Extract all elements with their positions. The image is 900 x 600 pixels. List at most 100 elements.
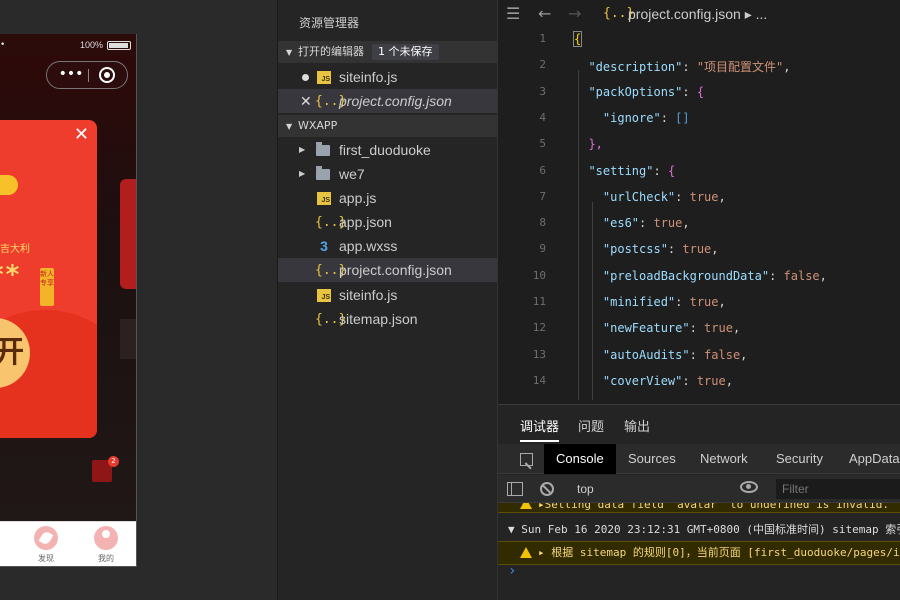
tab-console[interactable]: Console bbox=[544, 444, 616, 474]
code-token: , bbox=[725, 373, 733, 388]
context-select[interactable]: top bbox=[569, 479, 735, 499]
code-line[interactable]: "ignore": [] bbox=[574, 111, 690, 125]
console-prompt-icon[interactable]: › bbox=[508, 563, 516, 579]
code-line[interactable]: "coverView": true, bbox=[574, 374, 733, 388]
breadcrumb[interactable]: project.config.json ▸ ... bbox=[628, 6, 767, 23]
open-editors-section[interactable]: ▼ 打开的编辑器 1 个未保存 bbox=[278, 41, 499, 63]
tree-file[interactable]: {..} app.json bbox=[278, 210, 499, 234]
code-line[interactable]: }, bbox=[574, 137, 602, 151]
code-line[interactable]: "es6": true, bbox=[574, 216, 690, 230]
file-name: project.config.json bbox=[339, 93, 452, 109]
code-token: : bbox=[682, 60, 697, 75]
code-line[interactable]: "postcss": true, bbox=[574, 242, 719, 256]
user-icon bbox=[94, 526, 118, 550]
tree-folder[interactable]: ▶ first_duoduoke bbox=[278, 138, 499, 162]
tab-output[interactable]: 输出 bbox=[624, 416, 650, 435]
file-name: project.config.json bbox=[339, 262, 452, 278]
code-token: , bbox=[819, 268, 827, 283]
code-line[interactable]: "minified": true, bbox=[574, 295, 726, 309]
forward-arrow-icon[interactable]: → bbox=[568, 4, 581, 23]
chevron-down-icon: ▼ bbox=[286, 122, 293, 131]
code-line[interactable]: "setting": { bbox=[574, 164, 675, 178]
red-packet-popup: ✕ 大吉大利 ** 新人专享 开 bbox=[0, 120, 97, 438]
code-line[interactable]: "preloadBackgroundData": false, bbox=[574, 269, 827, 283]
code-token: [] bbox=[675, 110, 690, 125]
tree-file[interactable]: {..} sitemap.json bbox=[278, 307, 499, 331]
console-warning[interactable]: ▸ 根据 sitemap 的规则[0]，当前页面 [first_duoduoke… bbox=[498, 541, 900, 565]
json-file-icon: {..} bbox=[315, 312, 347, 327]
explorer-panel: 资源管理器 ▼ 打开的编辑器 1 个未保存 JS siteinfo.js ✕ {..… bbox=[277, 0, 499, 600]
line-number: 4 bbox=[539, 110, 546, 124]
json-file-icon: {..} bbox=[315, 94, 347, 109]
code-token: , bbox=[732, 321, 741, 336]
code-token: false bbox=[783, 268, 820, 283]
tab-security[interactable]: Security bbox=[776, 444, 823, 474]
code-editor[interactable]: ☰ ← → {..} project.config.json ▸ ... 123… bbox=[498, 0, 900, 404]
list-icon[interactable]: ☰ bbox=[506, 4, 520, 23]
filter-input[interactable]: Filter bbox=[776, 479, 900, 499]
inspect-element-icon[interactable] bbox=[520, 453, 533, 466]
console-group[interactable]: ▼ Sun Feb 16 2020 23:12:31 GMT+0800 (中国标… bbox=[498, 519, 900, 541]
project-section[interactable]: ▼ WXAPP bbox=[278, 115, 499, 137]
file-name: siteinfo.js bbox=[339, 69, 398, 85]
chevron-down-icon: ▼ bbox=[286, 48, 293, 57]
tab-network[interactable]: Network bbox=[700, 444, 748, 474]
open-editor-item[interactable]: JS siteinfo.js bbox=[278, 65, 499, 89]
folder-name: first_duoduoke bbox=[339, 142, 431, 158]
close-icon[interactable]: ✕ bbox=[300, 89, 312, 113]
tab-discover[interactable]: 发现 bbox=[24, 526, 68, 566]
sidebar-toggle-icon[interactable] bbox=[507, 482, 523, 496]
tree-file[interactable]: JS app.js bbox=[278, 186, 499, 210]
line-number: 13 bbox=[532, 347, 546, 361]
line-number: 14 bbox=[532, 373, 546, 387]
tree-file[interactable]: JS siteinfo.js bbox=[278, 283, 499, 307]
amount-text: ** bbox=[0, 260, 22, 290]
close-icon[interactable]: ✕ bbox=[74, 126, 89, 144]
code-line[interactable]: "newFeature": true, bbox=[574, 321, 740, 335]
unsaved-dot-icon[interactable] bbox=[302, 74, 309, 81]
tree-file[interactable]: 3 app.wxss bbox=[278, 234, 499, 258]
code-token: "ignore" bbox=[574, 110, 661, 125]
code-line[interactable]: "urlCheck": true, bbox=[574, 190, 726, 204]
code-token: , bbox=[718, 189, 726, 204]
css-file-icon: 3 bbox=[320, 238, 328, 254]
line-number: 5 bbox=[539, 137, 546, 151]
code-line[interactable]: "description": "项目配置文件", bbox=[574, 58, 790, 75]
tab-label: 我的 bbox=[98, 554, 114, 563]
code-token: true bbox=[689, 295, 719, 309]
more-menu-icon[interactable]: ••• bbox=[56, 66, 86, 84]
live-expression-eye-icon[interactable] bbox=[740, 481, 758, 493]
file-name: app.js bbox=[339, 190, 377, 206]
log-text: ▸Setting data field "avatar" to undefine… bbox=[538, 503, 889, 511]
breadcrumb-more[interactable]: ▸ ... bbox=[745, 6, 768, 22]
code-token: "es6" bbox=[574, 216, 640, 231]
tab-problems[interactable]: 问题 bbox=[578, 416, 604, 435]
clear-console-icon[interactable] bbox=[540, 482, 554, 496]
tab-mine[interactable]: 我的 bbox=[84, 526, 128, 566]
editor-toolbar: ☰ ← → {..} project.config.json ▸ ... bbox=[498, 0, 900, 30]
console-warning[interactable]: ▸Setting data field "avatar" to undefine… bbox=[498, 503, 900, 513]
tree-file-selected[interactable]: {..} project.config.json bbox=[278, 258, 499, 282]
devtools-window: • 100% ••• ✕ 大吉大利 ** 新人专享 开 bbox=[0, 0, 900, 600]
exit-miniprogram-icon[interactable] bbox=[99, 67, 115, 83]
phone-screen[interactable]: • 100% ••• ✕ 大吉大利 ** 新人专享 开 bbox=[0, 34, 137, 567]
debug-tabs: 调试器 问题 输出 bbox=[498, 405, 900, 442]
code-token: "setting" bbox=[574, 163, 654, 178]
tab-debugger[interactable]: 调试器 bbox=[520, 416, 560, 442]
code-token: false bbox=[704, 347, 741, 362]
json-file-icon: {..} bbox=[315, 263, 347, 278]
side-card bbox=[120, 179, 136, 289]
code-token: , bbox=[718, 295, 726, 309]
code-line[interactable]: "packOptions": { bbox=[574, 85, 704, 99]
code-line[interactable]: { bbox=[572, 31, 583, 47]
code-token: : bbox=[689, 347, 705, 362]
tab-appdata[interactable]: AppData bbox=[849, 444, 900, 474]
tree-folder[interactable]: ▶ we7 bbox=[278, 162, 499, 186]
folder-icon bbox=[316, 142, 330, 156]
back-arrow-icon[interactable]: ← bbox=[538, 4, 551, 23]
open-editor-item-active[interactable]: ✕ {..} project.config.json bbox=[278, 89, 499, 113]
tab-sources[interactable]: Sources bbox=[628, 444, 676, 474]
breadcrumb-file[interactable]: project.config.json bbox=[628, 6, 741, 22]
signal-icon: • bbox=[0, 40, 6, 50]
code-line[interactable]: "autoAudits": false, bbox=[574, 347, 748, 362]
